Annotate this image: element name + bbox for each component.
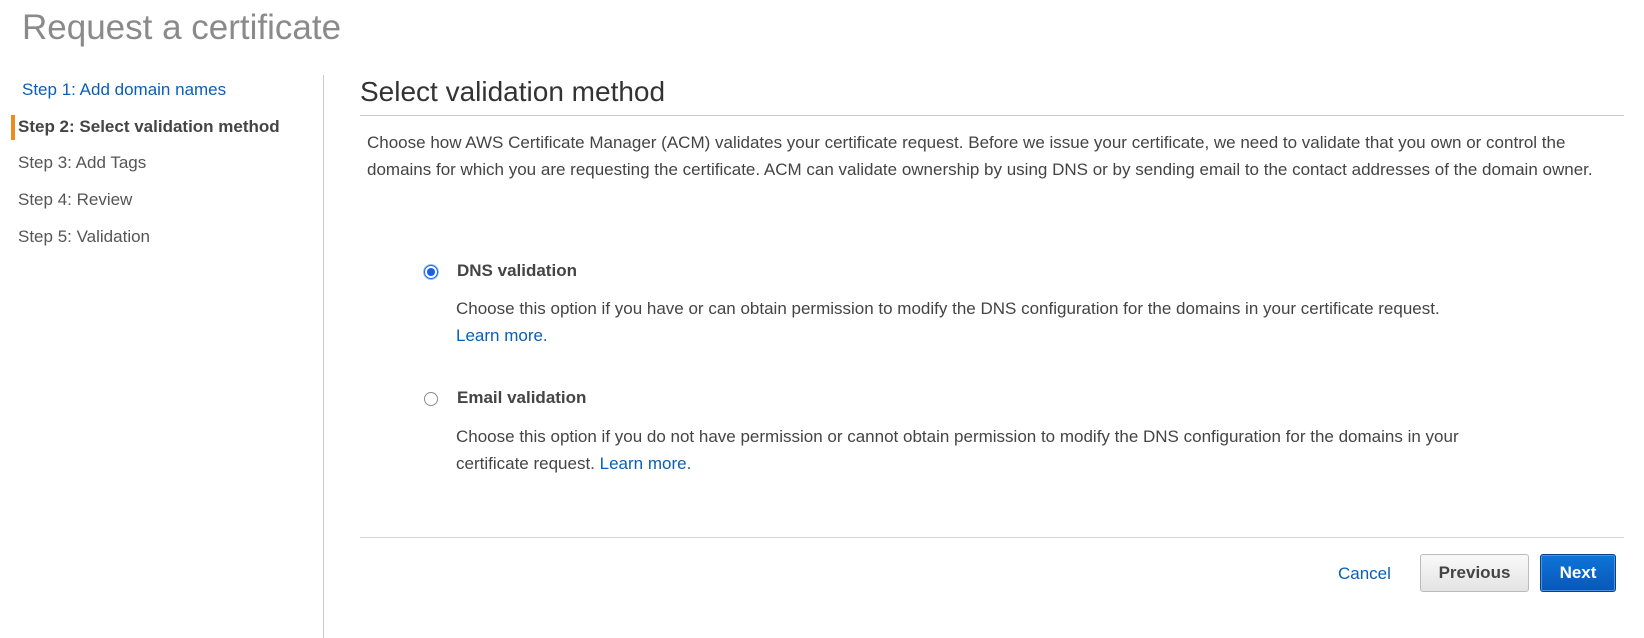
- dns-validation-description: Choose this option if you have or can ob…: [456, 296, 1606, 349]
- dns-validation-description-text: Choose this option if you have or can ob…: [456, 299, 1440, 318]
- section-title: Select validation method: [360, 76, 666, 107]
- intro-text: Choose how AWS Certificate Manager (ACM)…: [367, 133, 1593, 179]
- step-2-select-validation-method: Step 2: Select validation method: [18, 117, 280, 136]
- cancel-link[interactable]: Cancel: [1338, 564, 1391, 584]
- step-4-review: Step 4: Review: [18, 190, 133, 209]
- sidebar-divider: [323, 75, 324, 638]
- wizard-steps-nav: Step 1: Add domain names Step 2: Select …: [0, 75, 323, 638]
- email-validation-description: Choose this option if you do not have pe…: [456, 424, 1536, 477]
- dns-validation-radio[interactable]: [424, 265, 438, 279]
- email-validation-label[interactable]: Email validation: [457, 388, 586, 408]
- dns-learn-more-link[interactable]: Learn more.: [456, 326, 548, 345]
- active-step-marker: [11, 115, 15, 140]
- email-validation-radio[interactable]: [424, 392, 438, 406]
- next-button[interactable]: Next: [1540, 554, 1616, 592]
- step-1-add-domain-names-link[interactable]: Step 1: Add domain names: [22, 80, 226, 100]
- step-3-add-tags: Step 3: Add Tags: [18, 153, 147, 172]
- dns-validation-label[interactable]: DNS validation: [457, 261, 577, 281]
- step-5-validation: Step 5: Validation: [18, 227, 150, 246]
- page-title: Request a certificate: [22, 8, 342, 47]
- footer-divider: [360, 537, 1624, 538]
- email-learn-more-link[interactable]: Learn more.: [600, 454, 692, 473]
- previous-button[interactable]: Previous: [1420, 554, 1529, 592]
- title-divider: [360, 115, 1624, 116]
